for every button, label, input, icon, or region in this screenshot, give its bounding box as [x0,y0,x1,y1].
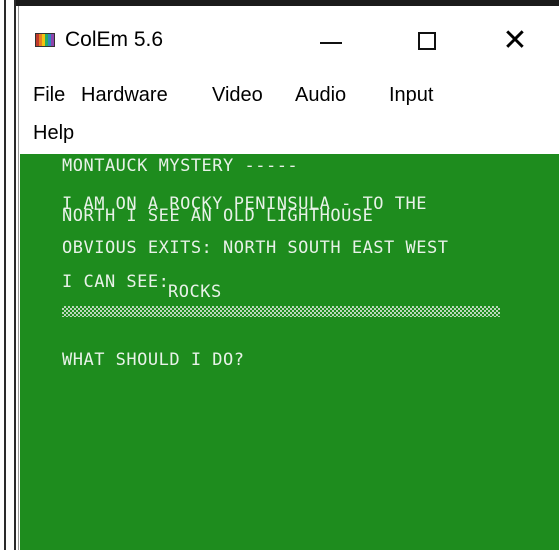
menu-help[interactable]: Help [33,122,74,145]
menu-video[interactable]: Video [212,84,263,107]
checkered-divider [62,306,500,317]
room-description-line-2: NORTH I SEE AN OLD LIGHTHOUSE [62,206,374,226]
menu-input[interactable]: Input [389,84,433,107]
exits-line: OBVIOUS EXITS: NORTH SOUTH EAST WEST [62,238,449,258]
colem-app-icon[interactable] [35,33,55,47]
window-title: ColEm 5.6 [65,28,164,51]
menu-audio[interactable]: Audio [295,84,346,107]
emulator-screen[interactable]: MONTAUCK MYSTERY ----- I AM ON A ROCKY P… [20,154,559,550]
colem-window: ColEm 5.6 ✕ File Hardware Video Audio In… [18,6,559,550]
title-bar[interactable]: ColEm 5.6 ✕ [19,6,559,70]
close-icon: ✕ [502,23,528,58]
close-button[interactable]: ✕ [485,18,545,64]
minimize-icon [320,42,342,44]
maximize-button[interactable] [397,18,457,64]
desktop-frame-left [0,0,16,550]
menu-hardware[interactable]: Hardware [81,84,168,107]
command-prompt: WHAT SHOULD I DO? [62,350,245,370]
visible-item: ROCKS [168,282,222,302]
menu-bar: File Hardware Video Audio Input Help [19,70,559,154]
can-see-label: I CAN SEE: [62,272,170,292]
game-title: MONTAUCK MYSTERY ----- [62,156,299,176]
maximize-icon [418,32,436,50]
frame-left-line [4,0,6,550]
menu-file[interactable]: File [33,84,65,107]
icon-stripe [51,34,54,46]
minimize-button[interactable] [301,18,361,64]
